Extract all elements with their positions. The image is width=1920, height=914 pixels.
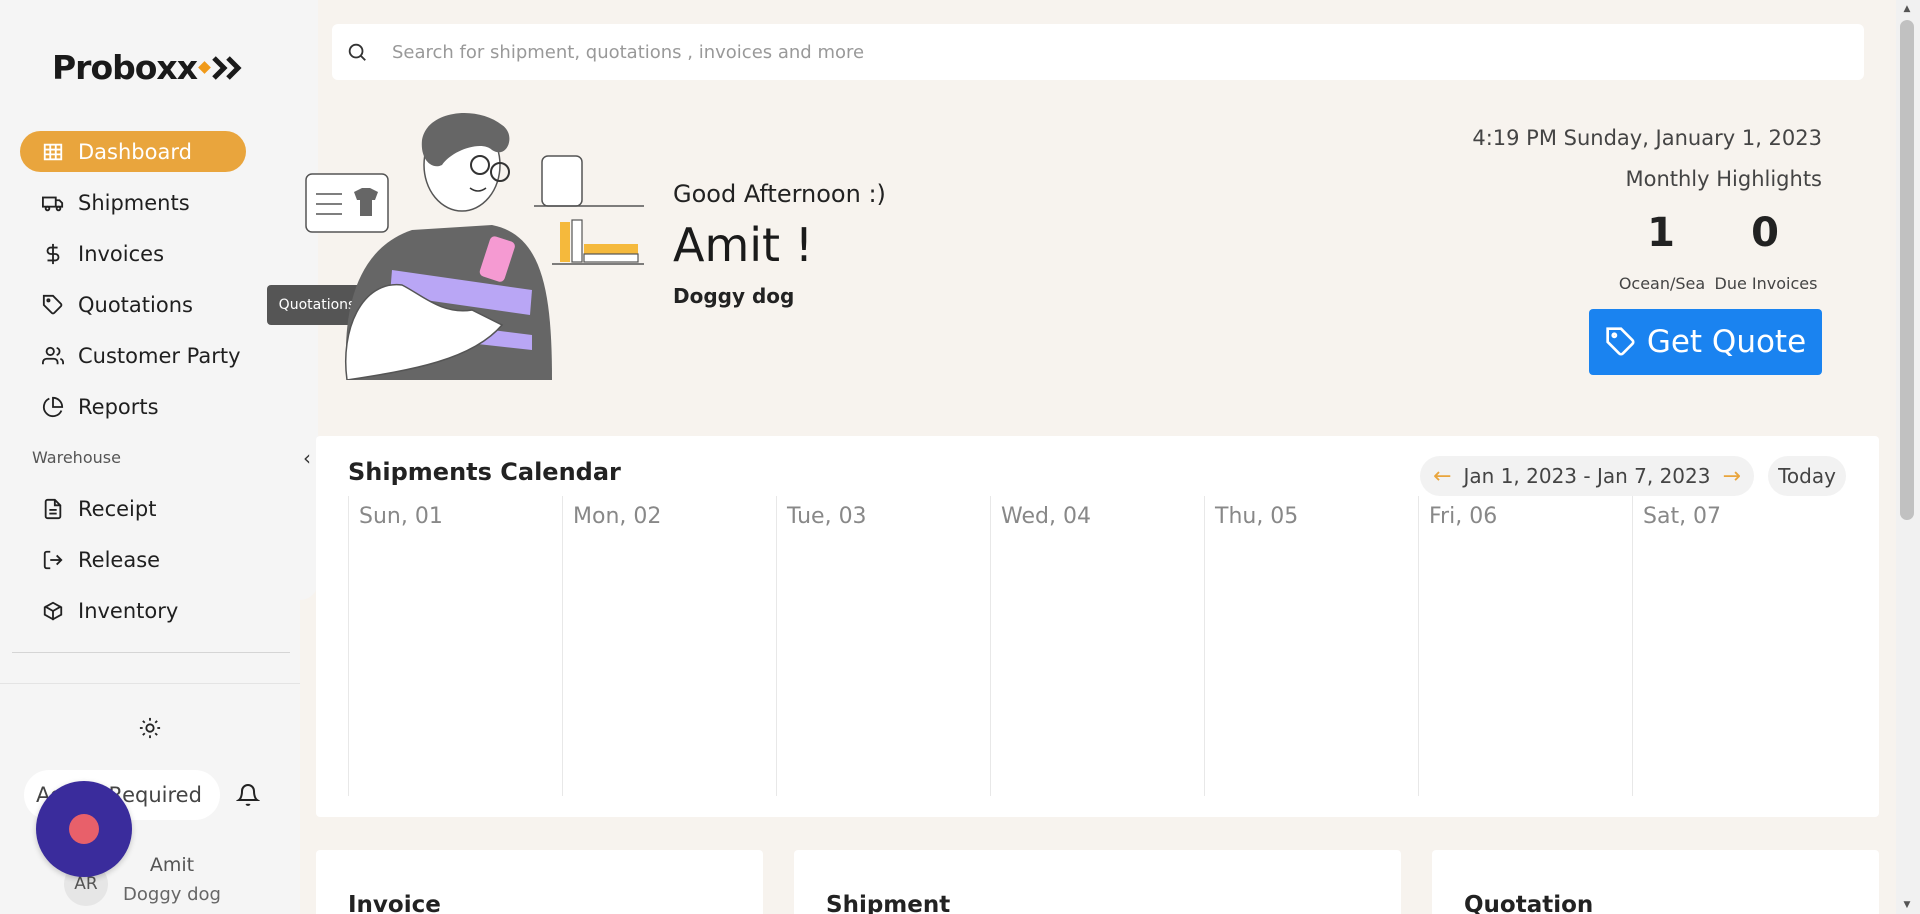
- section-label-warehouse: Warehouse: [32, 448, 121, 467]
- calendar-day-column[interactable]: Thu, 05: [1204, 496, 1418, 796]
- get-quote-label: Get Quote: [1646, 324, 1807, 360]
- sidebar-item-inventory[interactable]: Inventory: [20, 590, 246, 631]
- calendar-title: Shipments Calendar: [348, 458, 621, 486]
- sidebar-item-customer-party[interactable]: Customer Party: [20, 335, 246, 376]
- sidebar: Proboxx Dashboard Shipments Invoices Quo…: [0, 0, 300, 914]
- pie-chart-icon: [42, 396, 64, 418]
- day-label: Fri, 06: [1429, 504, 1498, 529]
- sidebar-item-quotations[interactable]: Quotations: [20, 284, 246, 325]
- get-quote-button[interactable]: Get Quote: [1589, 309, 1822, 375]
- quotation-card[interactable]: Quotation: [1432, 850, 1879, 914]
- search-bar[interactable]: [332, 24, 1864, 80]
- sidebar-item-label: Inventory: [78, 598, 179, 623]
- tag-icon: [42, 294, 64, 316]
- sidebar-item-release[interactable]: Release: [20, 539, 246, 580]
- logout-icon: [42, 549, 64, 571]
- tag-icon: [1606, 327, 1635, 356]
- sidebar-item-invoices[interactable]: Invoices: [20, 233, 246, 274]
- person-illustration: [305, 113, 644, 380]
- users-icon: [42, 345, 64, 367]
- arrow-left-icon[interactable]: ←: [1433, 464, 1451, 489]
- collapse-sidebar-icon[interactable]: ‹: [296, 438, 318, 478]
- sidebar-item-label: Shipments: [78, 190, 190, 215]
- day-label: Sun, 01: [359, 504, 443, 529]
- truck-icon: [42, 192, 64, 214]
- today-button[interactable]: Today: [1768, 456, 1846, 496]
- scroll-down-icon[interactable]: ▼: [1900, 898, 1914, 912]
- date-range-selector: ← Jan 1, 2023 - Jan 7, 2023 →: [1420, 456, 1754, 496]
- shipment-card[interactable]: Shipment: [794, 850, 1401, 914]
- sidebar-item-dashboard[interactable]: Dashboard: [20, 131, 246, 172]
- day-label: Wed, 04: [1001, 504, 1091, 529]
- sidebar-item-shipments[interactable]: Shipments: [20, 182, 246, 223]
- sidebar-item-label: Dashboard: [78, 139, 192, 164]
- sidebar-item-label: Invoices: [78, 241, 165, 266]
- sidebar-divider-bottom: [0, 683, 300, 684]
- shipments-calendar: Shipments Calendar ← Jan 1, 2023 - Jan 7…: [316, 436, 1879, 817]
- search-icon: [348, 43, 366, 61]
- card-title: Shipment: [826, 892, 951, 914]
- sun-icon[interactable]: [136, 714, 164, 742]
- app-logo[interactable]: Proboxx: [52, 48, 245, 87]
- stat-due-invoices-value: 0: [1751, 210, 1779, 256]
- calendar-day-column[interactable]: Sat, 07: [1632, 496, 1846, 796]
- calendar-day-column[interactable]: Wed, 04: [990, 496, 1204, 796]
- calendar-day-column[interactable]: Sun, 01: [348, 496, 562, 796]
- date-range-label: Jan 1, 2023 - Jan 7, 2023: [1463, 464, 1711, 488]
- stat-ocean-value: 1: [1647, 210, 1675, 256]
- arrow-right-icon[interactable]: →: [1722, 464, 1740, 489]
- file-icon: [42, 498, 64, 520]
- monthly-highlights-title: Monthly Highlights: [1625, 167, 1822, 191]
- hero-user-name: Amit !: [673, 218, 814, 272]
- scroll-up-icon[interactable]: ▲: [1900, 2, 1914, 16]
- scrollbar-thumb[interactable]: [1900, 20, 1914, 520]
- search-input[interactable]: [392, 41, 1792, 63]
- calendar-day-column[interactable]: Fri, 06: [1418, 496, 1632, 796]
- logo-arrows-icon: [198, 55, 245, 81]
- calendar-day-column[interactable]: Mon, 02: [562, 496, 776, 796]
- bell-icon[interactable]: [234, 780, 262, 810]
- user-org: Doggy dog: [123, 884, 221, 905]
- sidebar-item-label: Receipt: [78, 496, 157, 521]
- day-label: Thu, 05: [1215, 504, 1299, 529]
- greeting-text: Good Afternoon :): [673, 180, 886, 208]
- card-title: Quotation: [1464, 892, 1594, 914]
- record-dot-icon: [69, 814, 99, 844]
- day-label: Tue, 03: [787, 504, 867, 529]
- sidebar-item-label: Customer Party: [78, 343, 241, 368]
- logo-text: Proboxx: [52, 48, 198, 87]
- stat-due-invoices-label: Due Invoices: [1714, 274, 1818, 293]
- sidebar-item-label: Quotations: [78, 292, 193, 317]
- day-label: Mon, 02: [573, 504, 662, 529]
- sidebar-item-receipt[interactable]: Receipt: [20, 488, 246, 529]
- invoice-card[interactable]: Invoice: [316, 850, 763, 914]
- sidebar-item-label: Reports: [78, 394, 159, 419]
- grid-icon: [42, 141, 64, 163]
- sidebar-divider: [12, 652, 290, 653]
- dollar-icon: [42, 243, 64, 265]
- calendar-day-column[interactable]: Tue, 03: [776, 496, 990, 796]
- current-datetime: 4:19 PM Sunday, January 1, 2023: [1472, 126, 1822, 150]
- record-button[interactable]: [36, 781, 132, 877]
- hero-org-name: Doggy dog: [673, 284, 795, 308]
- sidebar-item-reports[interactable]: Reports: [20, 386, 246, 427]
- day-label: Sat, 07: [1643, 504, 1722, 529]
- sidebar-item-label: Release: [78, 547, 161, 572]
- card-title: Invoice: [348, 892, 441, 914]
- user-name: Amit: [149, 854, 195, 876]
- stat-ocean-label: Ocean/Sea: [1618, 274, 1706, 293]
- box-icon: [42, 600, 64, 622]
